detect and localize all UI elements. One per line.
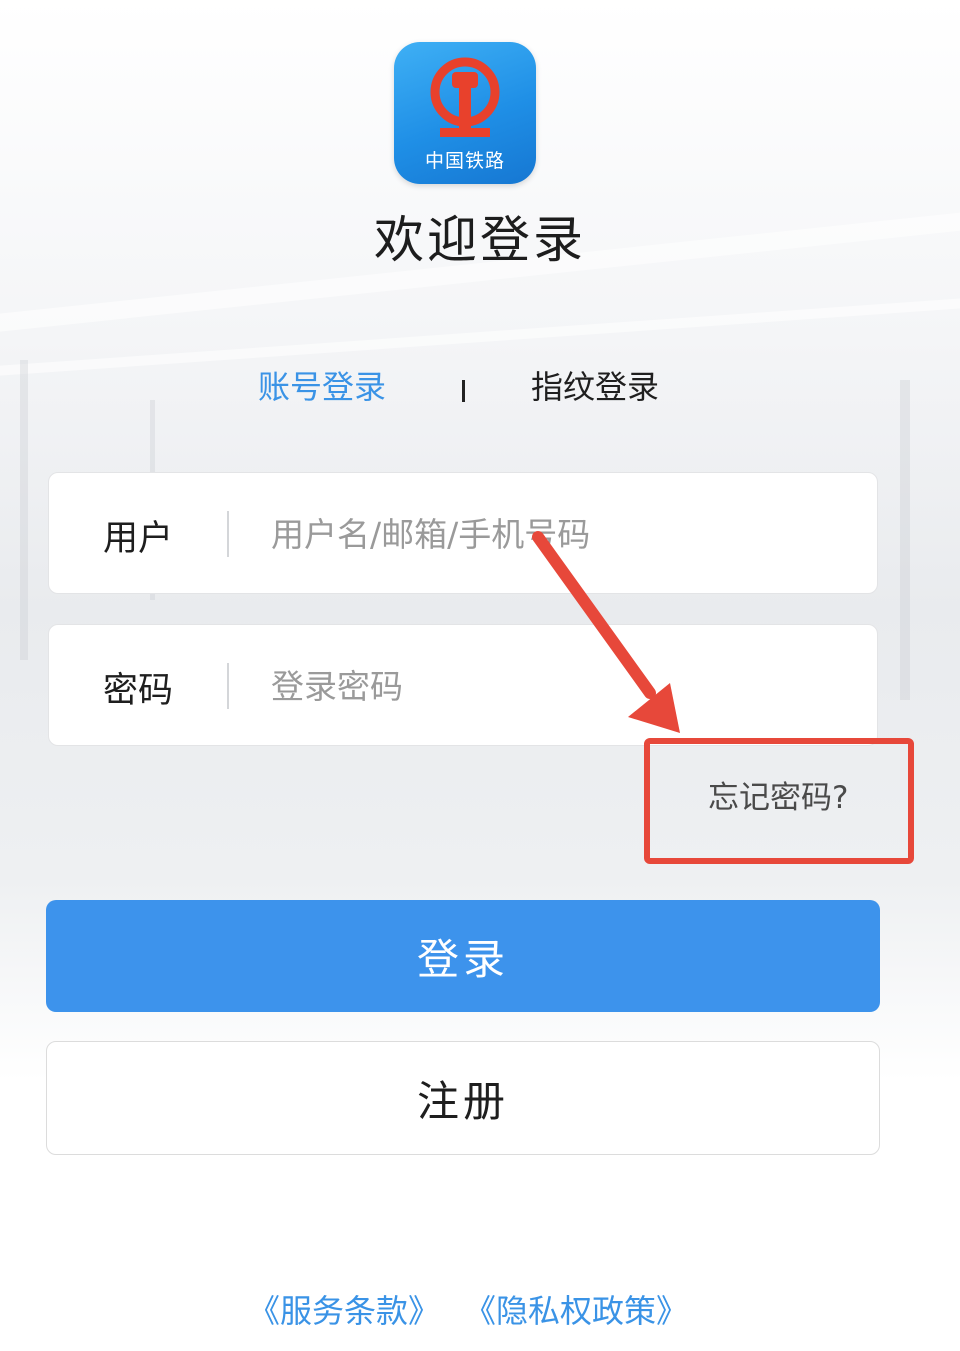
field-divider [227, 663, 229, 709]
username-label: 用户 [103, 519, 174, 559]
password-label: 密码 [103, 671, 174, 711]
red-arrow-icon [532, 531, 680, 733]
terms-of-service-link[interactable]: 《服务条款》 [248, 1286, 440, 1332]
tab-fingerprint-login[interactable]: 指纹登录 [531, 362, 659, 408]
logo-caption: 中国铁路 [424, 150, 505, 172]
footer-links: 《服务条款》 《隐私权政策》 [0, 1286, 960, 1334]
railway-logo-icon [430, 57, 500, 137]
page-title: 欢迎登录 [374, 211, 586, 269]
login-button[interactable]: 登录 [46, 900, 880, 1012]
register-button[interactable]: 注册 [46, 1041, 880, 1155]
privacy-policy-link[interactable]: 《隐私权政策》 [464, 1286, 688, 1332]
app-logo: 中国铁路 [394, 42, 536, 184]
username-field-row: 用户 [48, 472, 878, 594]
tab-separator [462, 380, 465, 402]
forgot-password-link[interactable]: 忘记密码? [708, 772, 848, 817]
password-field-row: 密码 [48, 624, 878, 746]
tab-account-login[interactable]: 账号登录 [258, 362, 386, 408]
field-divider [227, 511, 229, 557]
login-mode-tabs: 账号登录 指纹登录 [0, 362, 960, 412]
